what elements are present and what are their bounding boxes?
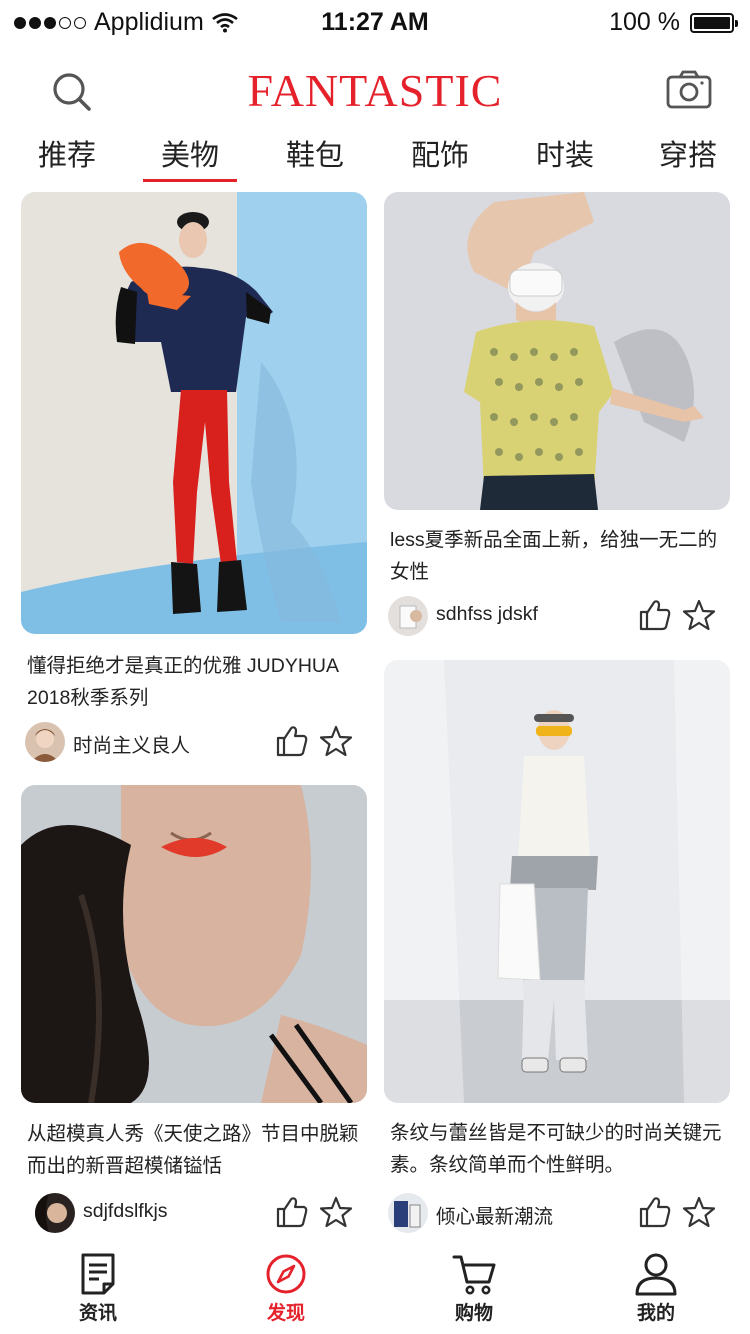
thumbs-up-icon[interactable] (638, 598, 672, 632)
tabbar-label: 我的 (636, 1303, 675, 1324)
article-meta: sdjfdslfkjs (25, 1191, 365, 1235)
article-image[interactable] (21, 192, 367, 634)
tab-beauty[interactable]: 美物 (143, 132, 237, 182)
camera-icon[interactable] (666, 70, 712, 110)
tabbar-discover[interactable]: 发现 (236, 1252, 336, 1332)
star-icon[interactable] (319, 724, 353, 758)
tabbar-news[interactable]: 资讯 (48, 1252, 148, 1332)
user-icon (635, 1253, 677, 1296)
avatar[interactable] (25, 722, 65, 762)
app-header: FANTASTIC (0, 58, 750, 124)
star-icon[interactable] (682, 1195, 716, 1229)
battery-icon (690, 12, 738, 33)
author-name[interactable]: 倾心最新潮流 (436, 1200, 553, 1229)
article-meta: 时尚主义良人 (25, 720, 365, 764)
article-card[interactable]: 从超模真人秀《天使之路》节目中脱颖而出的新晋超模储镒恬 sdjfdslfkjs (21, 785, 367, 1245)
bottom-tab-bar: 资讯 发现 购物 我的 (0, 1246, 750, 1334)
tab-recommend[interactable]: 推荐 (22, 132, 112, 180)
tab-accessories[interactable]: 配饰 (395, 132, 485, 180)
tab-outfits[interactable]: 穿搭 (643, 132, 733, 180)
cart-icon (452, 1255, 496, 1295)
avatar[interactable] (388, 596, 428, 636)
author-name[interactable]: sdhfss jdskf (436, 603, 538, 626)
article-title[interactable]: less夏季新品全面上新，给独一无二的女性 (390, 524, 726, 588)
thumbs-up-icon[interactable] (275, 724, 309, 758)
article-meta: 倾心最新潮流 (388, 1191, 728, 1235)
author-name[interactable]: sdjfdslfkjs (83, 1200, 168, 1223)
compass-icon (266, 1254, 306, 1294)
article-image[interactable] (384, 192, 730, 510)
star-icon[interactable] (319, 1195, 353, 1229)
thumbs-up-icon[interactable] (638, 1195, 672, 1229)
article-card[interactable]: 条纹与蕾丝皆是不可缺少的时尚关键元素。条纹简单而个性鲜明。 倾心最新潮流 (384, 660, 730, 1245)
article-card[interactable]: 懂得拒绝才是真正的优雅 JUDYHUA 2018秋季系列 时尚主义良人 (21, 192, 367, 772)
article-image[interactable] (21, 785, 367, 1103)
tabbar-profile[interactable]: 我的 (606, 1252, 706, 1332)
category-tabs: 推荐 美物 鞋包 配饰 时装 穿搭 (0, 132, 750, 182)
status-bar: Applidium 11:27 AM 100 % (0, 0, 750, 44)
tabbar-label: 发现 (266, 1303, 305, 1324)
article-image[interactable] (384, 660, 730, 1103)
tabbar-label: 资讯 (78, 1303, 117, 1324)
star-icon[interactable] (682, 598, 716, 632)
article-title[interactable]: 从超模真人秀《天使之路》节目中脱颖而出的新晋超模储镒恬 (27, 1118, 363, 1182)
tabbar-label: 购物 (454, 1303, 493, 1324)
article-meta: sdhfss jdskf (388, 594, 728, 638)
thumbs-up-icon[interactable] (275, 1195, 309, 1229)
article-title[interactable]: 条纹与蕾丝皆是不可缺少的时尚关键元素。条纹简单而个性鲜明。 (390, 1117, 726, 1181)
battery-percent: 100 % (609, 8, 680, 36)
tabbar-shopping[interactable]: 购物 (424, 1252, 524, 1332)
avatar[interactable] (35, 1193, 75, 1233)
author-name[interactable]: 时尚主义良人 (73, 729, 190, 758)
article-card[interactable]: less夏季新品全面上新，给独一无二的女性 sdhfss jdskf (384, 192, 730, 642)
article-title[interactable]: 懂得拒绝才是真正的优雅 JUDYHUA 2018秋季系列 (27, 650, 363, 714)
avatar[interactable] (388, 1193, 428, 1233)
news-icon (81, 1253, 115, 1295)
app-logo: FANTASTIC (247, 65, 503, 116)
tab-fashion[interactable]: 时装 (520, 132, 610, 180)
tab-shoes-bags[interactable]: 鞋包 (270, 132, 360, 180)
